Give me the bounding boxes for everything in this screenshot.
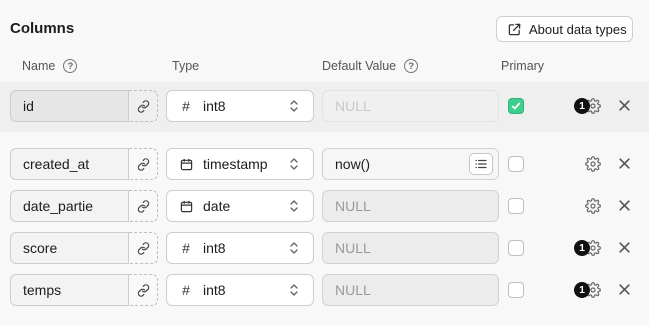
default-value-text: now() [335, 156, 371, 172]
column-type-label: int8 [203, 98, 226, 114]
column-name-input[interactable]: temps [10, 274, 129, 306]
header-name: Name ? [22, 59, 78, 73]
column-type-label: date [203, 198, 231, 214]
default-value-input[interactable]: NULL [322, 190, 499, 222]
link-icon [137, 241, 149, 255]
primary-key-checkbox[interactable] [508, 282, 524, 298]
chevron-up-down-icon [290, 242, 298, 254]
link-icon [137, 99, 149, 113]
column-type-label: int8 [203, 282, 226, 298]
external-link-icon [508, 23, 521, 35]
check-icon [511, 102, 521, 110]
foreign-key-link-button[interactable] [129, 148, 158, 180]
help-icon[interactable]: ? [404, 59, 419, 73]
default-value-text: NULL [335, 240, 371, 256]
chevron-up-down-icon [290, 158, 298, 170]
suggestions-button[interactable] [469, 153, 493, 175]
column-type-select[interactable]: # int8 [166, 274, 314, 306]
hash-icon: # [182, 98, 190, 114]
close-icon[interactable] [618, 99, 631, 112]
count-badge: 1 [574, 98, 590, 114]
header-default-label: Default Value [322, 59, 397, 73]
column-type-label: int8 [203, 240, 226, 256]
hash-icon: # [182, 282, 190, 298]
column-type-select[interactable]: # int8 [166, 90, 314, 122]
gear-icon[interactable] [585, 198, 601, 214]
calendar-icon [179, 158, 193, 171]
column-name-input[interactable]: id [10, 90, 129, 122]
column-name-input[interactable]: created_at [10, 148, 129, 180]
default-value-input[interactable]: NULL [322, 274, 499, 306]
header-primary-label: Primary [501, 59, 545, 73]
foreign-key-link-button[interactable] [129, 232, 158, 264]
foreign-key-link-button[interactable] [129, 190, 158, 222]
column-row: id # int8 NULL 1 [0, 82, 649, 132]
column-type-select[interactable]: # int8 [166, 232, 314, 264]
header-type-label: Type [172, 59, 200, 73]
default-value-input[interactable]: NULL [322, 90, 499, 122]
close-icon[interactable] [618, 157, 631, 170]
close-icon[interactable] [618, 241, 631, 254]
hash-icon: # [182, 240, 190, 256]
header-primary: Primary [501, 59, 544, 73]
primary-key-checkbox[interactable] [508, 240, 524, 256]
chevron-up-down-icon [290, 200, 298, 212]
link-icon [137, 157, 149, 171]
default-value-text: NULL [335, 98, 371, 114]
column-type-label: timestamp [203, 156, 268, 172]
primary-key-checkbox[interactable] [508, 98, 524, 114]
primary-key-checkbox[interactable] [508, 198, 524, 214]
default-value-input[interactable]: NULL [322, 232, 499, 264]
header-type: Type [172, 59, 199, 73]
header-name-label: Name [22, 59, 56, 73]
column-type-select[interactable]: date [166, 190, 314, 222]
link-icon [137, 283, 149, 297]
column-name-group: score [10, 232, 158, 264]
primary-key-checkbox[interactable] [508, 156, 524, 172]
close-icon[interactable] [618, 283, 631, 296]
default-value-text: NULL [335, 198, 371, 214]
foreign-key-link-button[interactable] [129, 274, 158, 306]
count-badge: 1 [574, 282, 590, 298]
column-name-group: created_at [10, 148, 158, 180]
count-badge: 1 [574, 240, 590, 256]
foreign-key-link-button[interactable] [129, 90, 158, 122]
column-name-group: date_partie [10, 190, 158, 222]
about-data-types-button[interactable]: About data types [496, 16, 633, 42]
column-name-input[interactable]: score [10, 232, 129, 264]
default-value-input[interactable]: now() [322, 148, 499, 180]
column-row: temps # int8 NULL 1 [0, 266, 649, 316]
columns-title: Columns [10, 20, 75, 37]
column-name-group: id [10, 90, 158, 122]
gear-icon[interactable] [585, 156, 601, 172]
link-icon [137, 199, 149, 213]
column-type-select[interactable]: timestamp [166, 148, 314, 180]
default-value-text: NULL [335, 282, 371, 298]
chevron-up-down-icon [290, 284, 298, 296]
column-name-input[interactable]: date_partie [10, 190, 129, 222]
about-data-types-label: About data types [529, 21, 627, 37]
chevron-up-down-icon [290, 100, 298, 112]
close-icon[interactable] [618, 199, 631, 212]
header-default: Default Value ? [322, 59, 419, 73]
column-name-group: temps [10, 274, 158, 306]
list-icon [475, 159, 487, 169]
help-icon[interactable]: ? [63, 59, 78, 73]
calendar-icon [179, 200, 193, 213]
